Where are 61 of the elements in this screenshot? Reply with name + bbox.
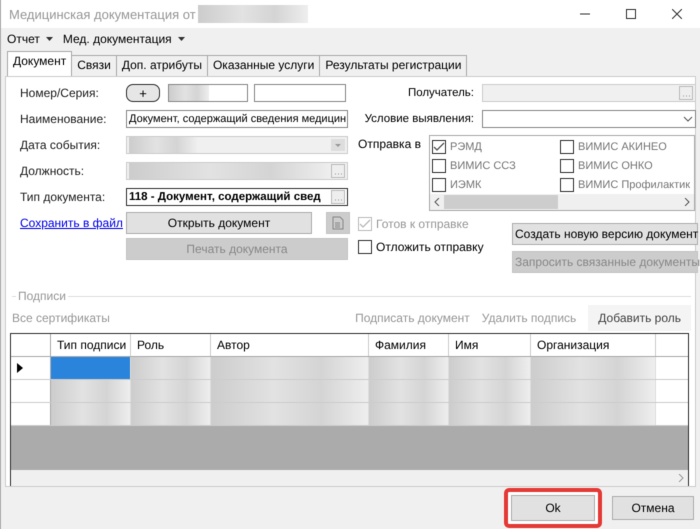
- menu-item[interactable]: Мед. документация: [62, 32, 185, 46]
- menu-item[interactable]: Отчет: [7, 32, 53, 46]
- field-label: Наименование:: [20, 112, 108, 126]
- checkbox-label: ВИМИС АКИНЕО: [578, 141, 667, 153]
- field-label: Тип документа:: [20, 190, 106, 204]
- checkbox-label: ИЭМК: [450, 179, 482, 191]
- document-icon: [332, 216, 344, 230]
- group-title: Подписи: [16, 289, 68, 303]
- checkbox-label: Отложить отправку: [376, 240, 484, 254]
- checkbox-label: ВИМИС ССЗ: [450, 160, 516, 172]
- field-label: Условие выявления:: [364, 113, 474, 125]
- column-header[interactable]: Роль: [131, 334, 211, 356]
- caret-icon: [178, 37, 185, 41]
- field-label: Должность:: [20, 164, 86, 178]
- dropdown-icon[interactable]: [331, 139, 345, 151]
- date-field[interactable]: [126, 136, 348, 154]
- doc-type-field[interactable]: 118 - Документ, содержащий свед: [126, 188, 348, 206]
- window-title: Медицинская документация от: [9, 6, 196, 22]
- caret-icon: [46, 37, 53, 41]
- column-header[interactable]: Организация: [531, 334, 656, 356]
- scrollbar[interactable]: [430, 194, 694, 210]
- row-pointer-icon: [17, 363, 23, 373]
- series-field[interactable]: [254, 84, 346, 102]
- checkbox-label: Готов к отправке: [376, 217, 469, 231]
- column-header[interactable]: Имя: [449, 334, 531, 356]
- field-label: Дата события:: [20, 138, 102, 152]
- dialog-button[interactable]: Ok: [504, 488, 602, 528]
- new-version-button[interactable]: Создать новую версию документ: [512, 223, 698, 245]
- column-header[interactable]: Тип подписи: [51, 334, 131, 356]
- field-label: Получатель:: [406, 87, 474, 99]
- name-field[interactable]: Документ, содержащий сведения медицин: [126, 110, 348, 128]
- checkbox[interactable]: [560, 140, 574, 154]
- column-header[interactable]: Автор: [211, 334, 369, 356]
- checkbox[interactable]: [432, 178, 446, 192]
- dialog-button[interactable]: Отмена: [612, 496, 694, 520]
- checkbox[interactable]: [432, 140, 446, 154]
- number-field[interactable]: [168, 84, 248, 102]
- column-header[interactable]: Фамилия: [369, 334, 449, 356]
- field-label: Отправка в: [358, 136, 422, 153]
- checkbox[interactable]: [358, 240, 372, 254]
- add-role-button[interactable]: Добавить роль: [588, 305, 691, 331]
- open-document-button[interactable]: Открыть документ: [126, 212, 312, 234]
- tab[interactable]: Результаты регистрации: [319, 55, 468, 76]
- condition-dropdown[interactable]: [482, 110, 696, 128]
- checkbox-label: ВИМИС Профилактик: [578, 179, 690, 191]
- scroll-left-icon[interactable]: [434, 198, 440, 206]
- checkbox[interactable]: [432, 159, 446, 173]
- checkbox-label: РЭМД: [450, 141, 482, 153]
- checkbox[interactable]: [560, 159, 574, 173]
- tab[interactable]: Документ: [7, 51, 72, 76]
- maximize-icon[interactable]: [626, 9, 636, 19]
- chevron-down-icon[interactable]: [683, 116, 693, 122]
- save-to-file-link[interactable]: Сохранить в файл: [20, 216, 120, 230]
- position-field[interactable]: [126, 162, 348, 180]
- scroll-right-icon[interactable]: [684, 198, 690, 206]
- checkbox[interactable]: [560, 178, 574, 192]
- add-button[interactable]: +: [126, 84, 160, 102]
- close-icon[interactable]: [672, 9, 682, 19]
- recipient-field[interactable]: [482, 84, 696, 102]
- field-label: Номер/Серия:: [20, 86, 100, 100]
- checkbox-label: ВИМИС ОНКО: [578, 160, 653, 172]
